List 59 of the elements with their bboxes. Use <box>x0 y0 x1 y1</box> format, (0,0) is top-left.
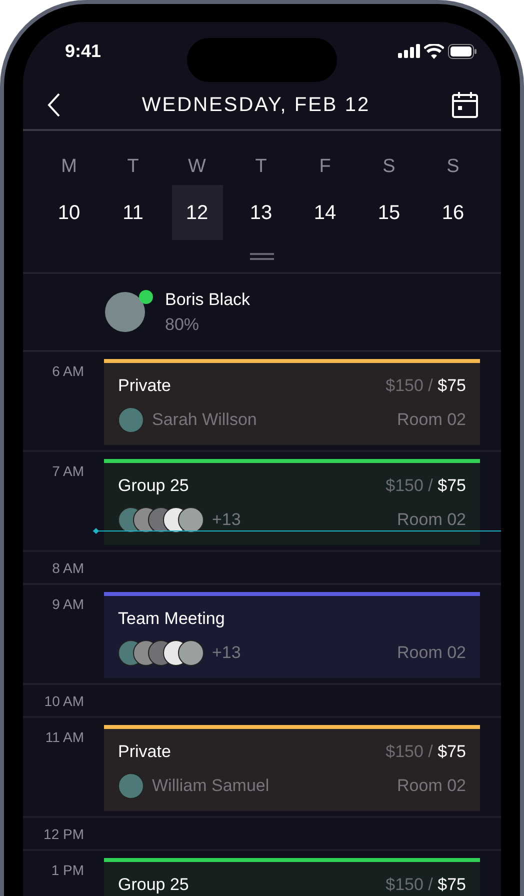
event-card[interactable]: Team Meeting +13 Room 02 <box>104 596 480 678</box>
event-price: $150 / $75 <box>386 475 466 497</box>
calendar-button[interactable] <box>451 90 479 118</box>
avatar-photo <box>118 406 144 432</box>
event-title: Group 25 <box>118 475 189 497</box>
room-label: Room 02 <box>397 642 466 664</box>
date-cell[interactable]: 14 <box>300 185 350 240</box>
weekday-label: M <box>61 155 77 179</box>
time-label: 6 AM <box>51 362 84 381</box>
date-cell[interactable]: 13 <box>236 185 286 240</box>
avatar-photo <box>178 506 204 532</box>
event-title: Group 25 <box>118 874 189 896</box>
wifi-icon <box>424 44 444 58</box>
attendee-name: William Samuel <box>152 774 270 797</box>
weekday-label: T <box>255 155 267 179</box>
room-label: Room 02 <box>397 774 466 797</box>
time-label: 10 AM <box>43 692 84 711</box>
drag-handle-icon[interactable] <box>250 252 274 260</box>
date-cell[interactable]: 10 <box>44 185 94 240</box>
avatar-photo <box>118 772 144 798</box>
event-card[interactable]: Private $150 / $75 Sarah Willson Room 02 <box>104 363 480 445</box>
battery-icon <box>448 44 477 58</box>
event-price: $150 / $75 <box>386 375 466 397</box>
time-label: 9 AM <box>51 595 84 614</box>
date-cell[interactable]: 16 <box>428 185 478 240</box>
time-label: 11 AM <box>44 728 84 747</box>
event-price: $150 / $75 <box>386 874 466 896</box>
attendee-count: +13 <box>212 508 241 531</box>
room-label: Room 02 <box>397 408 466 431</box>
profile-percent: 80% <box>165 314 200 336</box>
event-card[interactable]: Private $150 / $75 William Samuel Room 02 <box>104 729 480 811</box>
profile-name: Boris Black <box>165 288 250 310</box>
event-title: Private <box>118 375 171 397</box>
weekday-label: S <box>446 155 460 179</box>
weekday-label: T <box>127 155 139 179</box>
event-title: Private <box>118 741 171 763</box>
time-label: 7 AM <box>51 462 84 481</box>
time-label: 8 AM <box>51 559 84 578</box>
weekday-label: S <box>382 155 396 179</box>
event-price: $150 / $75 <box>386 741 466 763</box>
event-title: Team Meeting <box>118 608 225 630</box>
date-cell[interactable]: 12 <box>172 185 222 240</box>
event-card[interactable]: Group 25 $150 / $75 <box>104 862 480 896</box>
date-cell[interactable]: 11 <box>108 185 158 240</box>
attendee-count: +13 <box>212 642 241 664</box>
weekday-label: F <box>319 155 331 179</box>
weekday-label: W <box>188 155 206 179</box>
status-time: 9:41 <box>65 40 102 62</box>
attendee-name: Sarah Willson <box>152 408 257 431</box>
date-title: WEDNESDAY, FEB 12 <box>142 92 370 118</box>
event-card[interactable]: Group 25 $150 / $75 +13 Room 02 <box>104 463 480 545</box>
time-label: 1 PM <box>50 861 84 880</box>
back-button[interactable] <box>47 92 61 116</box>
room-label: Room 02 <box>397 508 466 531</box>
date-cell[interactable]: 15 <box>364 185 414 240</box>
signal-icon <box>398 44 420 58</box>
avatar-photo <box>178 640 204 666</box>
avatar-photo <box>105 292 145 332</box>
time-label: 12 PM <box>42 825 84 844</box>
